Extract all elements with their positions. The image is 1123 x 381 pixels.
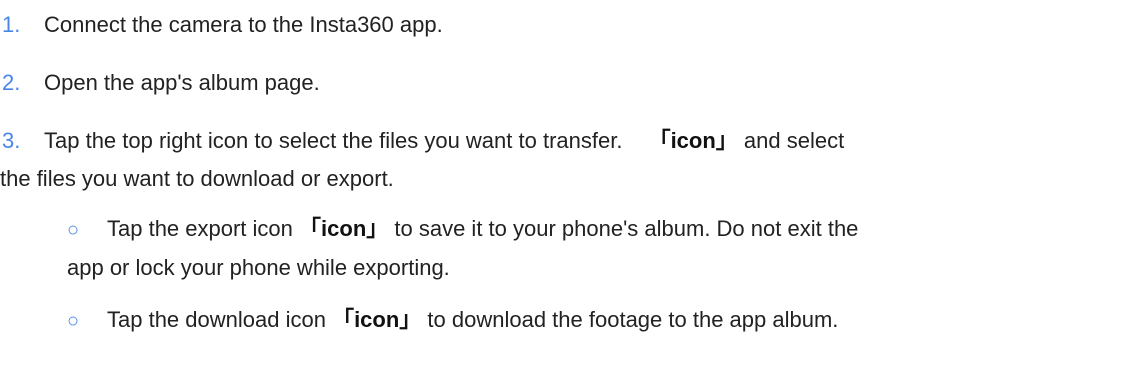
step-number: 3. xyxy=(2,128,21,153)
icon-placeholder: 「icon」 xyxy=(648,128,738,153)
bullet-text: Tap the export icon xyxy=(107,216,293,241)
bullet-text-after: to save it to your phone's album. Do not… xyxy=(394,216,859,241)
bullet-export: ○ Tap the export icon 「icon」 to save it t… xyxy=(0,212,1110,285)
icon-placeholder: 「icon」 xyxy=(332,307,422,332)
step-text-after: and select xyxy=(743,128,845,153)
step-1: 1. Connect the camera to the Insta360 app… xyxy=(0,8,1110,42)
step-number: 2. xyxy=(2,70,21,95)
bullet-circle-icon: ○ xyxy=(67,310,80,332)
instructions-document: 1. Connect the camera to the Insta360 app… xyxy=(0,0,1123,381)
step-2: 2. Open the app's album page. xyxy=(0,66,1110,100)
step-continuation: the files you want to download or export… xyxy=(0,166,394,191)
bullet-continuation: app or lock your phone while exporting. xyxy=(67,255,450,280)
step-text: Tap the top right icon to select the fil… xyxy=(44,128,623,153)
icon-placeholder: 「icon」 xyxy=(299,216,389,241)
step-number: 1. xyxy=(2,12,21,37)
bullet-download: ○ Tap the download icon 「icon」 to downloa… xyxy=(0,303,1110,338)
step-text: Open the app's album page. xyxy=(44,70,320,95)
bullet-text: Tap the download icon xyxy=(107,307,326,332)
bullet-text-after: to download the footage to the app album… xyxy=(427,307,839,332)
bullet-circle-icon: ○ xyxy=(67,219,80,241)
step-3: 3. Tap the top right icon to select the f… xyxy=(0,124,1110,196)
step-text: Connect the camera to the Insta360 app. xyxy=(44,12,443,37)
